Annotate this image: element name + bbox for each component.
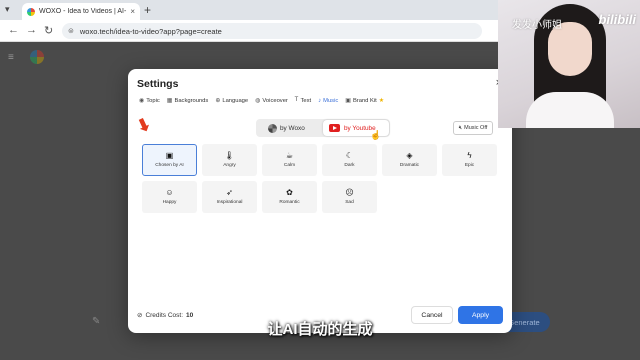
tab-label: Brand Kit (352, 97, 377, 104)
tab-music[interactable]: ♪ Music (318, 97, 338, 104)
mood-label: Inspirational (216, 200, 243, 205)
bulb-icon: ◉ (139, 98, 145, 104)
mic-icon: ◍ (255, 98, 261, 104)
tab-text[interactable]: Ꭲ Text (295, 97, 311, 104)
moon-icon: ☾ (345, 151, 354, 160)
new-tab-button[interactable]: + (144, 3, 151, 17)
mood-chosen-by-ai[interactable]: ▣ Chosen by AI (142, 144, 197, 176)
thermometer-icon: 🌡︎ (224, 151, 235, 160)
mood-label: Dark (344, 163, 355, 168)
video-subtitle: 让AI自动的生成 (267, 321, 373, 338)
mood-label: Happy (162, 200, 177, 205)
mood-label: Romantic (279, 200, 300, 205)
site-info-icon[interactable]: ⊜ (68, 27, 74, 35)
hamburger-menu-icon[interactable]: ≡ (8, 52, 14, 63)
mood-dark[interactable]: ☾ Dark (322, 144, 377, 176)
mood-dramatic[interactable]: ◈ Dramatic (382, 144, 437, 176)
ai-chip-icon: ▣ (165, 151, 174, 160)
mouse-cursor-icon: ☝ (370, 130, 382, 140)
mood-label: Calm (283, 163, 296, 168)
mood-angry[interactable]: 🌡︎ Angry (202, 144, 257, 176)
flower-icon: ✿ (286, 188, 293, 197)
mood-sad[interactable]: ☹ Sad (322, 181, 377, 213)
rocket-icon: ➶ (226, 188, 233, 197)
webcam-overlay: 发发小师姐 bilibili (498, 0, 640, 128)
mood-romantic[interactable]: ✿ Romantic (262, 181, 317, 213)
tab-search-icon[interactable]: ▾ (5, 4, 10, 15)
tab-topic[interactable]: ◉ Topic (139, 97, 160, 105)
tab-label: Topic (146, 97, 160, 104)
mood-label: Epic (464, 163, 475, 168)
settings-tabs: ◉ Topic ▦ Backgrounds ⊕ Language ◍ Voice… (139, 97, 384, 104)
paint-bucket-icon: ◈ (406, 151, 413, 160)
tab-label: Text (300, 97, 312, 104)
tab-language[interactable]: ⊕ Language (215, 97, 249, 105)
sad-face-icon: ☹ (345, 188, 354, 197)
streamer-name: 发发小师姐 (512, 20, 562, 31)
lightning-icon: ϟ (467, 151, 472, 160)
mood-label: Sad (345, 200, 354, 205)
tab-backgrounds[interactable]: ▦ Backgrounds (166, 97, 209, 105)
text-icon: Ꭲ (294, 97, 299, 103)
url-text: woxo.tech/idea-to-video?app?page=create (79, 26, 222, 36)
tab-label: Backgrounds (174, 97, 209, 104)
forward-arrow-icon[interactable]: → (26, 24, 37, 36)
back-arrow-icon[interactable]: ← (8, 24, 19, 36)
bilibili-watermark: bilibili (598, 12, 636, 27)
star-icon: ★ (378, 98, 385, 104)
by-woxo-label: by Woxo (280, 124, 305, 132)
grid-icon: ▦ (166, 98, 173, 104)
coffee-icon: ☕︎ (285, 151, 294, 160)
tab-label: Music (323, 97, 339, 104)
by-woxo-option[interactable]: by Woxo (268, 120, 305, 136)
mood-label: Chosen by AI (155, 163, 184, 168)
settings-modal: Settings × ◉ Topic ▦ Backgrounds ⊕ Langu… (128, 69, 512, 333)
tab-close-icon[interactable]: × (130, 7, 135, 16)
music-off-button[interactable]: 🔇︎ Music Off (453, 121, 493, 135)
woxo-logo-icon (30, 50, 44, 64)
youtube-logo-icon (329, 124, 340, 132)
mood-inspirational[interactable]: ➶ Inspirational (202, 181, 257, 213)
woxo-favicon-icon (27, 7, 35, 16)
tab-label: Language (222, 97, 249, 104)
music-icon: ♪ (318, 97, 322, 104)
browser-tab[interactable]: WOXO - Idea to Videos | AI- × (22, 3, 140, 20)
mood-happy[interactable]: ☺ Happy (142, 181, 197, 213)
tab-voiceover[interactable]: ◍ Voiceover (255, 97, 288, 105)
brandkit-icon: ▣ (345, 98, 351, 104)
mood-label: Dramatic (399, 163, 420, 168)
modal-title: Settings (137, 78, 179, 90)
reload-icon[interactable]: ↻ (44, 24, 53, 37)
tab-label: Voiceover (262, 97, 288, 104)
mood-calm[interactable]: ☕︎ Calm (262, 144, 317, 176)
mute-icon: 🔇︎ (458, 124, 463, 131)
globe-icon: ⊕ (215, 98, 221, 104)
mood-epic[interactable]: ϟ Epic (442, 144, 497, 176)
url-field[interactable]: ⊜ woxo.tech/idea-to-video?app?page=creat… (62, 23, 482, 39)
smile-icon: ☺ (165, 188, 174, 197)
tab-brand-kit[interactable]: ▣ Brand Kit ★ (345, 97, 385, 105)
tab-title: WOXO - Idea to Videos | AI- (39, 8, 127, 15)
mood-label: Angry (223, 163, 236, 168)
woxo-logo-icon (268, 123, 277, 133)
webcam-shirt (526, 92, 614, 128)
music-off-label: Music Off (464, 125, 488, 131)
